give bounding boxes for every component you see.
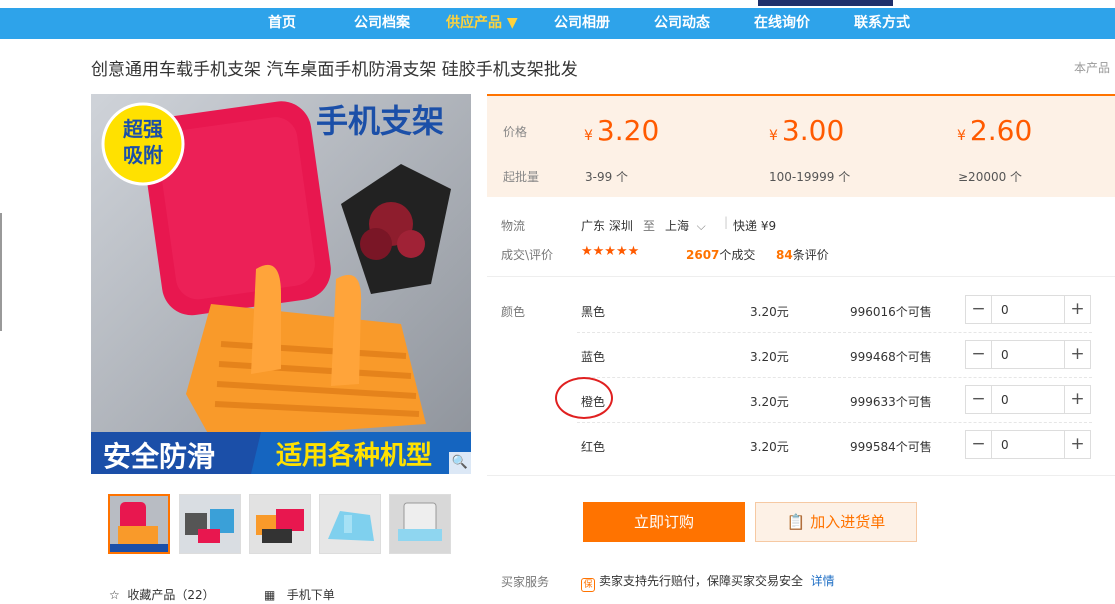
deals-label: 成交\评价: [501, 248, 554, 262]
add-to-cart-button[interactable]: 📋 加入进货单: [755, 502, 917, 542]
main-product-image[interactable]: 超强 吸附 手机支架 安全防滑 适用各种机型: [91, 94, 471, 474]
price-label: 价格: [503, 125, 528, 139]
quantity-input[interactable]: [993, 431, 1063, 458]
variant-name-blue: 蓝色: [581, 350, 606, 364]
magnifier-icon[interactable]: 🔍: [449, 452, 471, 474]
quantity-input[interactable]: [993, 386, 1063, 413]
variant-price-orange: 3.20元: [750, 395, 789, 409]
min-order-label: 起批量: [503, 170, 540, 184]
thumbnail-3[interactable]: [249, 494, 311, 554]
variant-stock-orange: 999633个可售: [850, 395, 932, 409]
nav-home[interactable]: 首页: [268, 8, 296, 39]
nav-contact[interactable]: 联系方式: [854, 8, 910, 39]
variant-stock-black: 996016个可售: [850, 305, 932, 319]
favorite-product[interactable]: ☆ 收藏产品（22）: [109, 586, 215, 603]
divider: |: [724, 215, 729, 229]
mobile-order[interactable]: ▦ 手机下单: [264, 586, 335, 603]
thumbnail-2[interactable]: [179, 494, 241, 554]
nav-news[interactable]: 公司动态: [654, 8, 710, 39]
plus-button[interactable]: +: [1064, 296, 1090, 323]
banner-left-text: 安全防滑: [103, 440, 215, 473]
price-tier-3: ¥2.60: [957, 114, 1033, 147]
minus-button[interactable]: −: [966, 341, 992, 368]
rating-stars: ★★★★★: [581, 244, 640, 259]
minus-button[interactable]: −: [966, 431, 992, 458]
price-panel: 价格 起批量 ¥3.20 3-99 个 ¥3.00 100-19999 个 ¥2…: [487, 94, 1115, 197]
variant-name-red: 红色: [581, 440, 606, 454]
ship-to-select[interactable]: 上海 ⌵: [665, 217, 706, 234]
row-divider: [577, 377, 1092, 378]
title-right-text: 本产品: [1074, 61, 1111, 75]
image-headline: 手机支架: [316, 102, 444, 140]
thumbnail-5[interactable]: [389, 494, 451, 554]
favorite-label: 收藏产品（22）: [127, 588, 215, 602]
details-link[interactable]: 详情: [811, 574, 835, 588]
plus-button[interactable]: +: [1064, 341, 1090, 368]
ship-from: 广东 深圳: [581, 219, 633, 233]
badge-text-2: 吸附: [123, 143, 163, 167]
clipboard-icon: 📋: [786, 513, 806, 531]
logo-fragment: [758, 0, 893, 6]
guarantee-icon: 保: [581, 578, 595, 592]
chevron-down-icon: ⌵: [696, 219, 706, 233]
qty-tier-2: 100-19999 个: [769, 170, 851, 184]
service-info: 保卖家支持先行赔付，保障买家交易安全 详情: [581, 572, 835, 592]
nav-company-profile[interactable]: 公司档案: [354, 8, 410, 39]
left-scroll-edge: [0, 213, 2, 331]
quantity-stepper-black: − +: [965, 295, 1091, 324]
quantity-stepper-orange: − +: [965, 385, 1091, 414]
review-count[interactable]: 84条评价: [776, 246, 829, 263]
variant-stock-blue: 999468个可售: [850, 350, 932, 364]
quantity-stepper-red: − +: [965, 430, 1091, 459]
badge-text-1: 超强: [122, 117, 163, 141]
thumbnail-4[interactable]: [319, 494, 381, 554]
row-divider: [577, 332, 1092, 333]
nav-album[interactable]: 公司相册: [554, 8, 610, 39]
quantity-input[interactable]: [993, 341, 1063, 368]
star-outline-icon: ☆: [109, 588, 120, 602]
separator: [487, 276, 1115, 277]
qty-tier-1: 3-99 个: [585, 170, 629, 184]
qty-tier-3: ≥20000 个: [958, 170, 1023, 184]
nav-products[interactable]: 供应产品 ▼: [446, 8, 518, 39]
express-fee: 快递 ¥9: [733, 219, 777, 233]
variant-price-black: 3.20元: [750, 305, 789, 319]
quantity-stepper-blue: − +: [965, 340, 1091, 369]
banner-right-text: 适用各种机型: [276, 440, 432, 471]
plus-button[interactable]: +: [1064, 386, 1090, 413]
row-divider: [577, 422, 1092, 423]
minus-button[interactable]: −: [966, 296, 992, 323]
minus-button[interactable]: −: [966, 386, 992, 413]
mobile-order-label: 手机下单: [286, 588, 335, 602]
variant-stock-red: 999584个可售: [850, 440, 932, 454]
qr-code-icon: ▦: [264, 588, 276, 602]
plus-button[interactable]: +: [1064, 431, 1090, 458]
variant-price-blue: 3.20元: [750, 350, 789, 364]
logistics-label: 物流: [501, 219, 526, 233]
service-label: 买家服务: [501, 575, 550, 589]
separator: [487, 475, 1115, 476]
thumbnail-1[interactable]: [108, 494, 170, 554]
price-tier-1: ¥3.20: [584, 114, 660, 147]
product-title: 创意通用车载手机支架 汽车桌面手机防滑支架 硅胶手机支架批发: [91, 60, 578, 80]
deal-count[interactable]: 2607个成交: [686, 246, 755, 263]
top-strip: [0, 0, 1115, 8]
variant-name-black: 黑色: [581, 305, 606, 319]
order-now-button[interactable]: 立即订购: [583, 502, 745, 542]
ship-to-word: 至: [643, 219, 656, 233]
color-label: 颜色: [501, 305, 526, 319]
variant-price-red: 3.20元: [750, 440, 789, 454]
price-tier-2: ¥3.00: [769, 114, 845, 147]
highlight-circle: [555, 377, 613, 419]
nav-inquiry[interactable]: 在线询价: [754, 8, 810, 39]
quantity-input[interactable]: [993, 296, 1063, 323]
main-nav: 首页 公司档案 供应产品 ▼ 公司相册 公司动态 在线询价 联系方式: [0, 8, 1115, 39]
